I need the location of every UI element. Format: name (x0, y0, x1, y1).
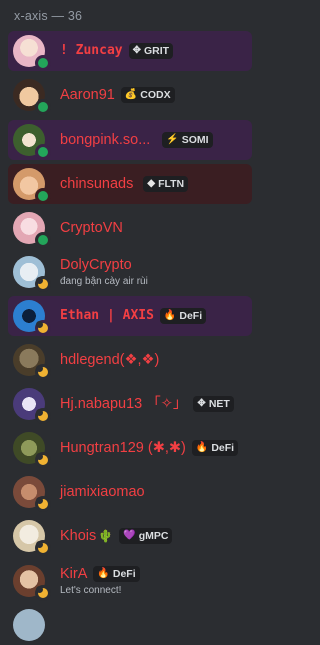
server-tag: ✥ GRIT (128, 43, 174, 59)
server-tag: 🔥 DeFi (159, 308, 207, 324)
server-tag: ◆ FLTN (143, 176, 189, 192)
flame-icon: 🔥 (97, 568, 110, 579)
member-name: CryptoVN (60, 220, 123, 236)
online-status-icon (35, 144, 51, 160)
member-row-jiamixiaomao[interactable]: jiamixiaomao (8, 472, 252, 512)
member-row-chinsunads[interactable]: chinsunads ◆ FLTN (8, 164, 252, 204)
idle-status-icon (35, 276, 51, 292)
member-row-hj-nabapu13[interactable]: Hj.nabapu13 「✧」 ✥ NET (8, 384, 252, 424)
idle-status-icon (35, 320, 51, 336)
custom-status-text: đang bận cày air rùi (60, 276, 148, 287)
member-row-partial[interactable] (8, 605, 252, 645)
custom-status-text: Let's connect! (60, 585, 122, 596)
online-status-icon (35, 55, 51, 71)
member-row-zuncay[interactable]: ! Zuncay ✥ GRIT (8, 31, 252, 71)
server-tag: 🔥 DeFi (191, 440, 239, 456)
flame-icon: 🔥 (195, 442, 209, 453)
member-name: jiamixiaomao (60, 484, 145, 500)
server-tag: 💰 CODX (120, 87, 175, 103)
idle-status-icon (35, 496, 51, 512)
member-name: Hj.nabapu13 「✧」 (60, 396, 188, 412)
gem-icon: ◆ (147, 178, 156, 189)
member-name: chinsunads (60, 176, 134, 192)
idle-status-icon (35, 364, 51, 380)
member-row-hungtran129[interactable]: Hungtran129 (✱,✱) 🔥 DeFi (8, 428, 252, 468)
member-name: Ethan | AXIS (60, 308, 154, 323)
member-row-aaron91[interactable]: Aaron91 💰 CODX (8, 75, 252, 115)
member-row-khois[interactable]: Khois 🌵 💜 gMPC (8, 516, 252, 556)
member-row-dolycrypto[interactable]: DolyCrypto đang bận cày air rùi (8, 252, 252, 292)
idle-status-icon (35, 452, 51, 468)
heart-icon: 💜 (123, 530, 136, 541)
member-row-kira[interactable]: KirA 🔥 DeFi Let's connect! (8, 561, 252, 601)
cactus-icon: 🌵 (98, 529, 114, 543)
online-status-icon (35, 232, 51, 248)
crosshair-icon: ✥ (197, 398, 206, 409)
member-name: Hungtran129 (✱,✱) (60, 440, 186, 456)
online-status-icon (35, 188, 51, 204)
server-tag: 🔥 DeFi (93, 566, 140, 582)
member-name: ! Zuncay (60, 43, 123, 58)
online-status-icon (35, 99, 51, 115)
member-name: Aaron91 (60, 87, 115, 103)
server-tag: ⚡ SOMI (162, 132, 213, 148)
member-row-ethan[interactable]: Ethan | AXIS 🔥 DeFi (8, 296, 252, 336)
lightning-icon: ⚡ (166, 134, 179, 145)
member-list-section-header: x-axis — 36 (14, 9, 83, 23)
avatar (13, 609, 45, 641)
idle-status-icon (35, 540, 51, 556)
member-row-bongpink[interactable]: bongpink.so... ⚡ SOMI (8, 120, 252, 160)
member-row-hdlegend[interactable]: hdlegend(❖,❖) (8, 340, 252, 380)
server-tag: 💜 gMPC (119, 528, 173, 544)
member-name: KirA (60, 566, 88, 582)
money-bag-icon: 💰 (124, 89, 138, 100)
member-name: bongpink.so... (60, 132, 151, 148)
member-name: Khois (60, 528, 97, 544)
server-tag: ✥ NET (193, 396, 234, 412)
member-row-cryptovn[interactable]: CryptoVN (8, 208, 252, 248)
idle-status-icon (35, 408, 51, 424)
member-name: DolyCrypto (60, 257, 132, 273)
flame-icon: 🔥 (163, 310, 177, 321)
idle-status-icon (35, 585, 51, 601)
member-name: hdlegend(❖,❖) (60, 352, 160, 368)
crosshair-icon: ✥ (132, 45, 142, 56)
